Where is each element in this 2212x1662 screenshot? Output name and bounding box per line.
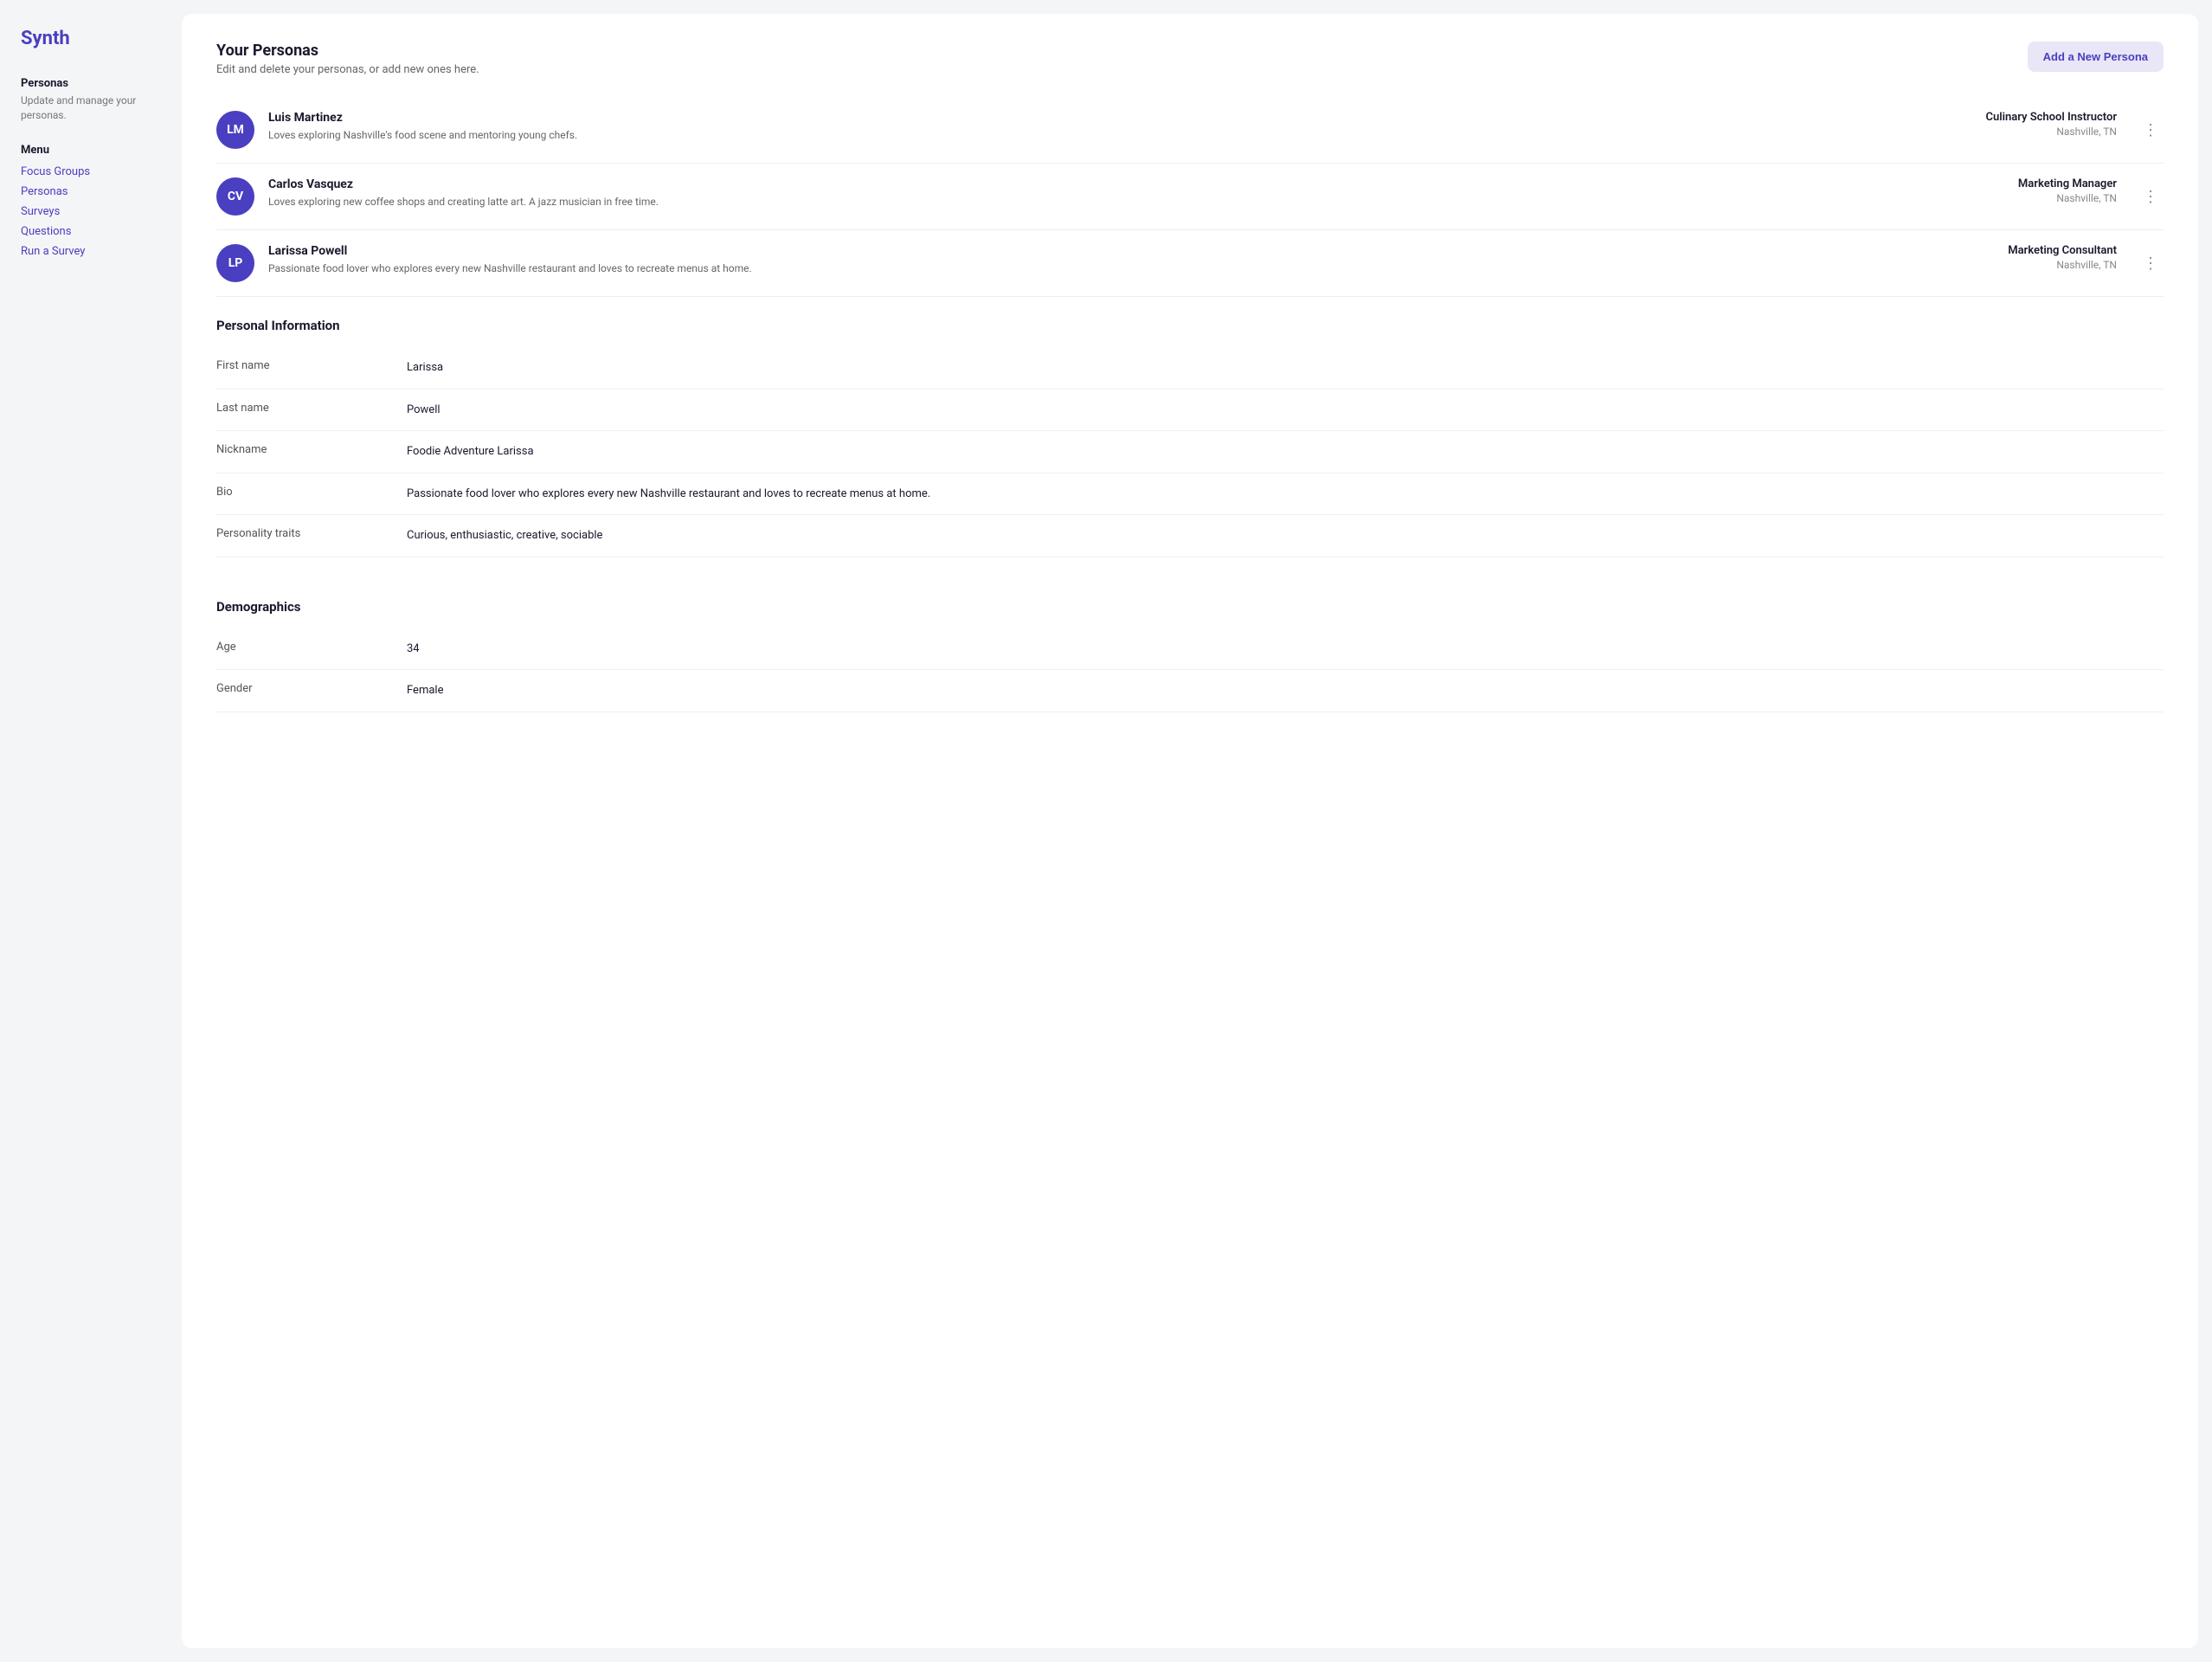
persona-location-carlos: Nashville, TN	[2018, 192, 2117, 204]
detail-row-nickname: Nickname Foodie Adventure Larissa	[216, 431, 2164, 473]
detail-value-nickname: Foodie Adventure Larissa	[407, 443, 2164, 461]
detail-row-personality: Personality traits Curious, enthusiastic…	[216, 515, 2164, 557]
detail-value-personality: Curious, enthusiastic, creative, sociabl…	[407, 527, 2164, 544]
detail-label-personality: Personality traits	[216, 527, 407, 540]
detail-row-firstname: First name Larissa	[216, 347, 2164, 390]
sidebar-item-personas[interactable]: Personas	[21, 185, 161, 198]
detail-row-lastname: Last name Powell	[216, 390, 2164, 432]
avatar-carlos: CV	[216, 177, 254, 216]
page-header: Your Personas Edit and delete your perso…	[216, 42, 2164, 76]
persona-info-larissa: Larissa Powell Passionate food lover who…	[268, 244, 1994, 276]
persona-role-block-carlos: Marketing Manager Nashville, TN	[2018, 177, 2117, 204]
persona-bio-luis: Loves exploring Nashville's food scene a…	[268, 128, 1971, 143]
demographics-title: Demographics	[216, 599, 2164, 615]
detail-label-lastname: Last name	[216, 402, 407, 415]
persona-card-luis[interactable]: LM Luis Martinez Loves exploring Nashvil…	[216, 97, 2164, 164]
persona-role-larissa: Marketing Consultant	[2008, 244, 2117, 257]
persona-name-carlos: Carlos Vasquez	[268, 177, 2004, 191]
detail-value-bio: Passionate food lover who explores every…	[407, 486, 2164, 503]
personal-info-title: Personal Information	[216, 318, 2164, 333]
persona-role-block-larissa: Marketing Consultant Nashville, TN	[2008, 244, 2117, 271]
detail-row-bio: Bio Passionate food lover who explores e…	[216, 473, 2164, 516]
detail-value-firstname: Larissa	[407, 359, 2164, 377]
persona-role-luis: Culinary School Instructor	[1985, 111, 2117, 124]
sidebar-section-title: Personas	[21, 77, 161, 90]
detail-value-gender: Female	[407, 682, 2164, 699]
detail-label-bio: Bio	[216, 486, 407, 499]
avatar-luis: LM	[216, 111, 254, 149]
sidebar: Synth Personas Update and manage your pe…	[0, 0, 182, 1662]
page-header-text: Your Personas Edit and delete your perso…	[216, 42, 479, 76]
detail-label-gender: Gender	[216, 682, 407, 695]
detail-label-age: Age	[216, 641, 407, 654]
persona-name-larissa: Larissa Powell	[268, 244, 1994, 258]
detail-row-age: Age 34	[216, 628, 2164, 671]
persona-list: LM Luis Martinez Loves exploring Nashvil…	[216, 97, 2164, 297]
persona-menu-button-carlos[interactable]: ⋮	[2138, 184, 2164, 209]
page-title: Your Personas	[216, 42, 479, 60]
persona-bio-carlos: Loves exploring new coffee shops and cre…	[268, 195, 2004, 209]
persona-card-carlos[interactable]: CV Carlos Vasquez Loves exploring new co…	[216, 164, 2164, 230]
persona-location-luis: Nashville, TN	[1985, 126, 2117, 138]
persona-card-larissa[interactable]: LP Larissa Powell Passionate food lover …	[216, 230, 2164, 297]
persona-location-larissa: Nashville, TN	[2008, 259, 2117, 271]
detail-label-firstname: First name	[216, 359, 407, 372]
persona-bio-larissa: Passionate food lover who explores every…	[268, 261, 1994, 276]
demographics-section: Demographics Age 34 Gender Female	[216, 557, 2164, 712]
sidebar-nav: Focus Groups Personas Surveys Questions …	[21, 165, 161, 258]
persona-menu-button-larissa[interactable]: ⋮	[2138, 251, 2164, 276]
persona-role-block-luis: Culinary School Instructor Nashville, TN	[1985, 111, 2117, 138]
persona-name-luis: Luis Martinez	[268, 111, 1971, 125]
main-content: Your Personas Edit and delete your perso…	[182, 14, 2198, 1648]
detail-label-nickname: Nickname	[216, 443, 407, 456]
sidebar-section-desc: Update and manage your personas.	[21, 93, 161, 123]
page-subtitle: Edit and delete your personas, or add ne…	[216, 63, 479, 76]
persona-info-luis: Luis Martinez Loves exploring Nashville'…	[268, 111, 1971, 143]
sidebar-menu-label: Menu	[21, 144, 161, 157]
detail-row-gender: Gender Female	[216, 670, 2164, 712]
persona-menu-button-luis[interactable]: ⋮	[2138, 118, 2164, 143]
sidebar-item-surveys[interactable]: Surveys	[21, 205, 161, 218]
persona-info-carlos: Carlos Vasquez Loves exploring new coffe…	[268, 177, 2004, 209]
detail-value-age: 34	[407, 641, 2164, 658]
personal-info-section: Personal Information First name Larissa …	[216, 297, 2164, 557]
sidebar-item-questions[interactable]: Questions	[21, 225, 161, 238]
persona-role-carlos: Marketing Manager	[2018, 177, 2117, 190]
detail-value-lastname: Powell	[407, 402, 2164, 419]
sidebar-item-run-a-survey[interactable]: Run a Survey	[21, 245, 161, 258]
sidebar-item-focus-groups[interactable]: Focus Groups	[21, 165, 161, 178]
avatar-larissa: LP	[216, 244, 254, 282]
add-persona-button[interactable]: Add a New Persona	[2028, 42, 2164, 72]
app-logo: Synth	[21, 28, 161, 49]
